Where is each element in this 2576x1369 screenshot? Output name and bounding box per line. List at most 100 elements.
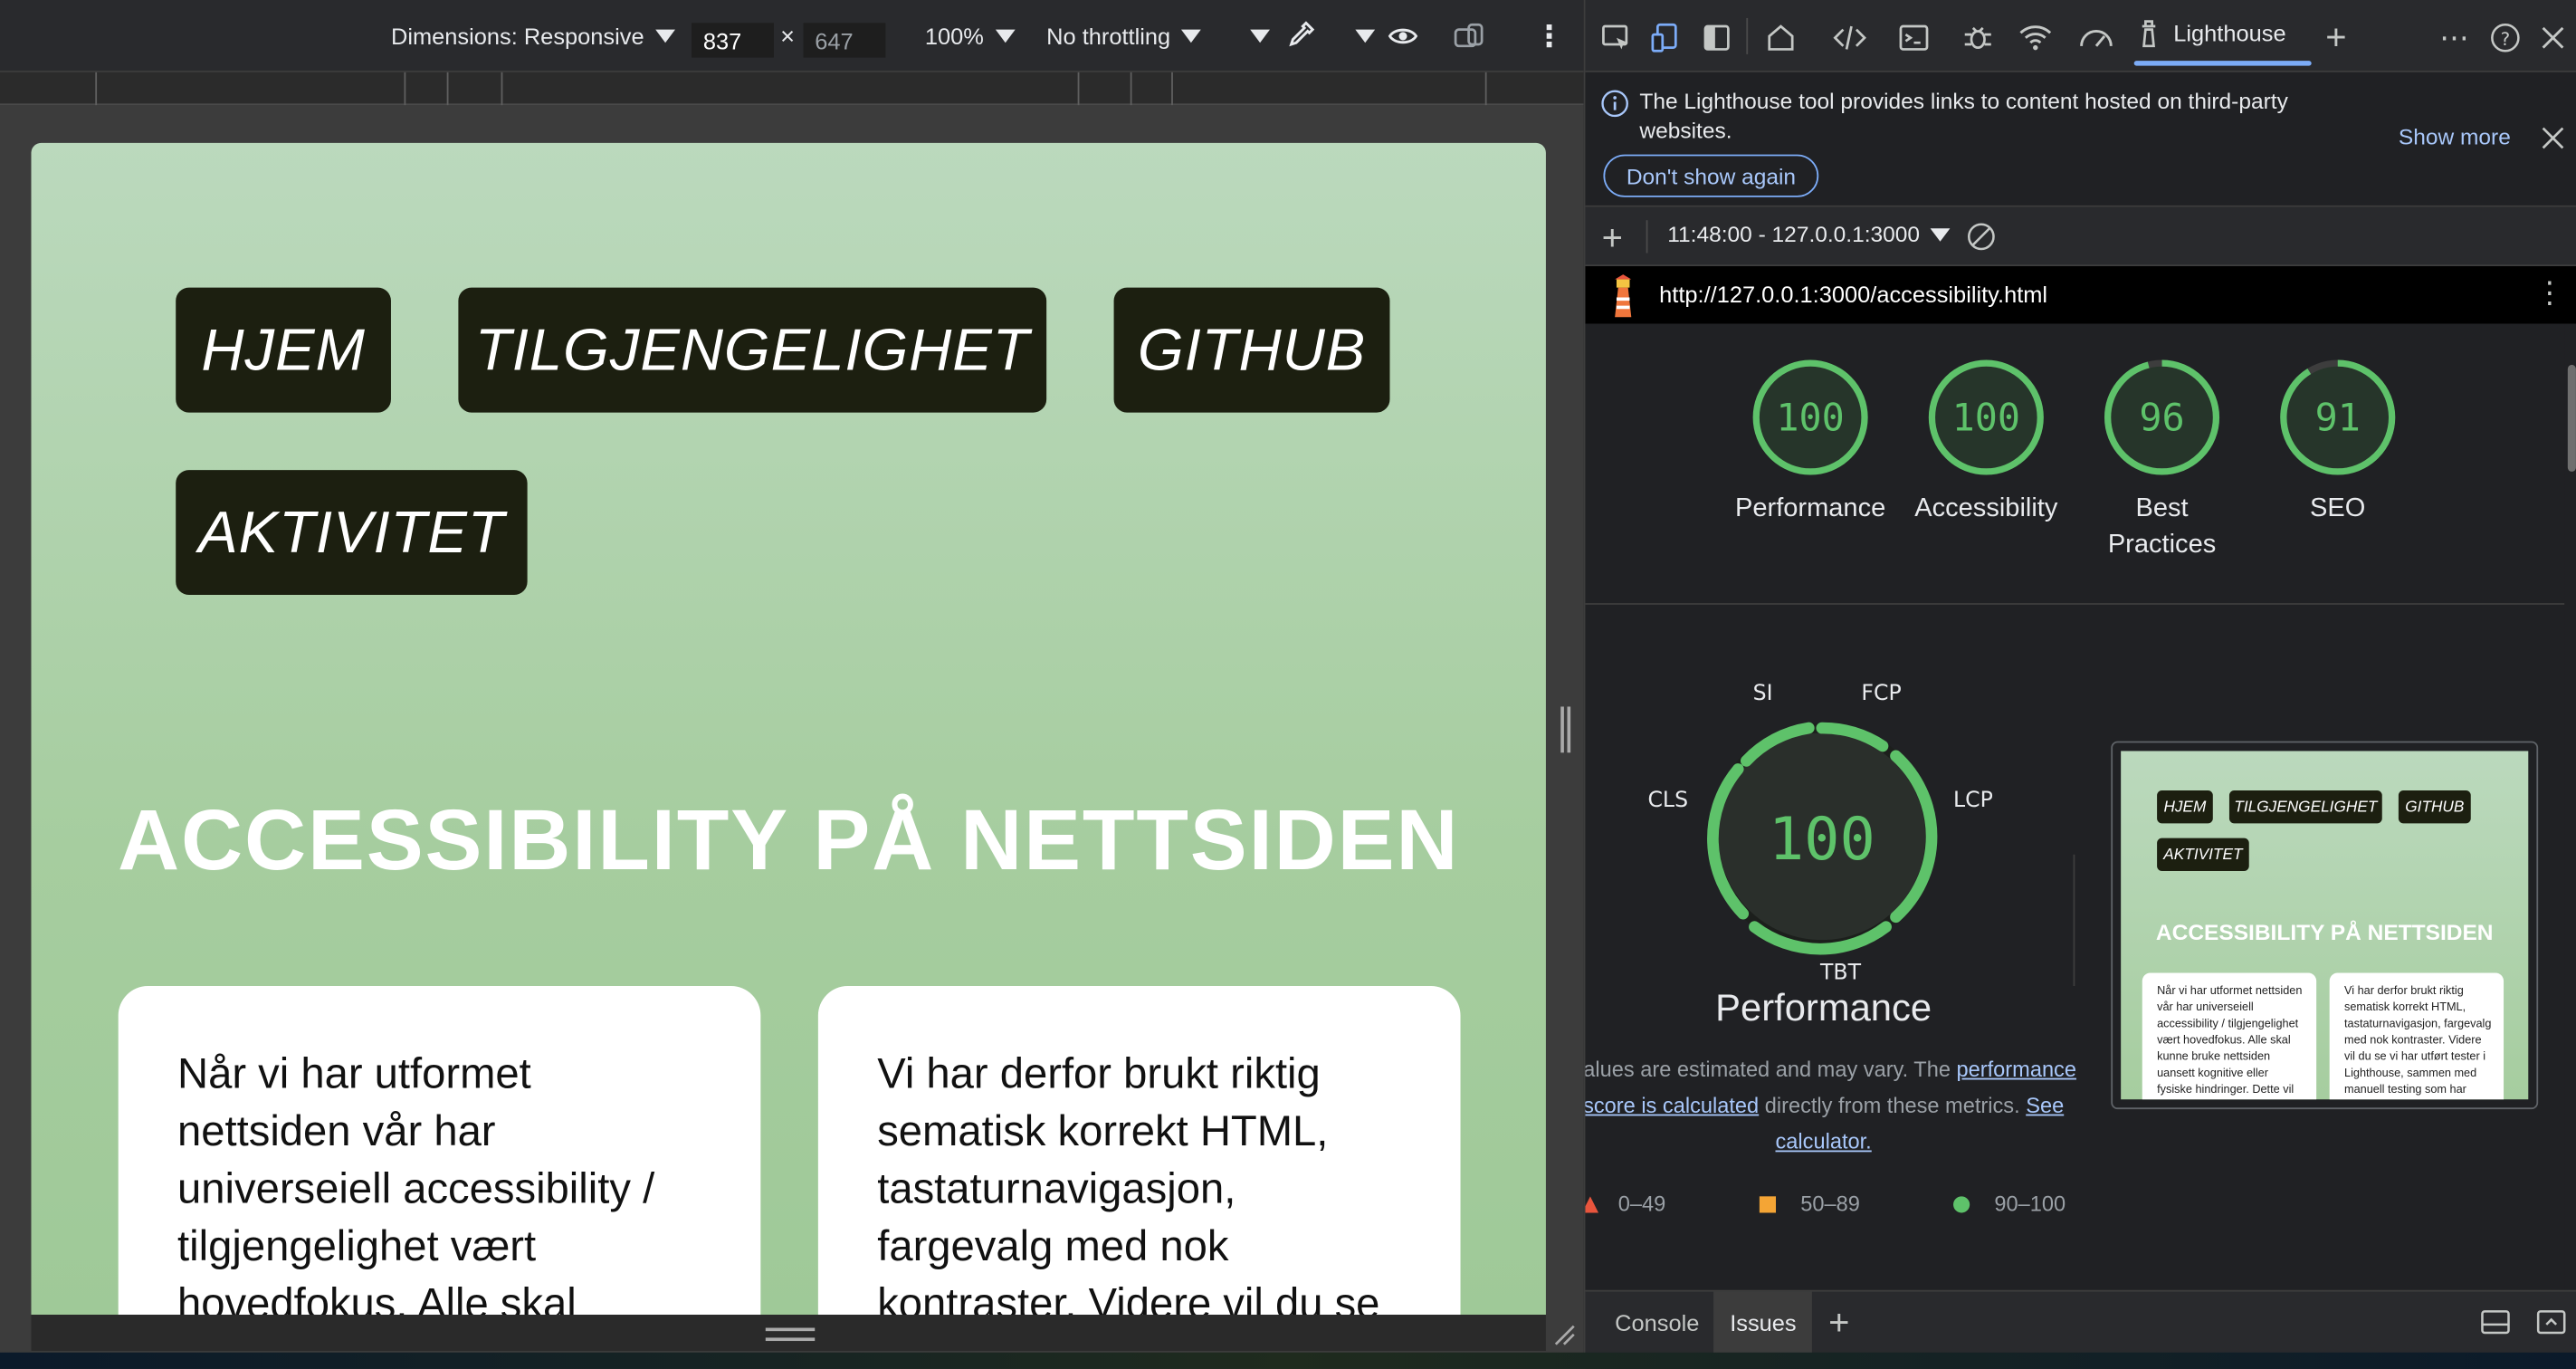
note-text: directly from these metrics.: [1759, 1092, 2027, 1118]
drawer-tab-issues[interactable]: Issues: [1713, 1291, 1813, 1355]
score-gauge-best-practices[interactable]: 96 Best Practices: [2080, 357, 2245, 564]
chevron-down-icon: [995, 29, 1016, 43]
media-query-ruler: [0, 72, 1584, 106]
info-icon: [1601, 90, 1628, 118]
throttling-dropdown[interactable]: No throttling: [1046, 0, 1202, 72]
circle-icon: [1953, 1195, 1970, 1212]
resize-handle-horizontal[interactable]: [765, 1327, 816, 1342]
lighthouse-logo-icon: [1615, 274, 1632, 318]
close-drawer-icon[interactable]: [2535, 1308, 2568, 1338]
report-selector[interactable]: 11:48:00 - 127.0.0.1:3000: [1667, 222, 1950, 246]
thumb-card-2: Vi har derfor brukt riktig sematisk korr…: [2329, 972, 2504, 1100]
new-report-icon[interactable]: +: [1602, 217, 1623, 260]
thumb-nav-hjem: HJEM: [2157, 790, 2213, 824]
section-divider: [1585, 603, 2568, 605]
legend-fail: 0–49: [1585, 1192, 1665, 1216]
score-gauge-seo[interactable]: 91 SEO: [2256, 357, 2420, 528]
legend-pass-label: 90–100: [1994, 1191, 2066, 1217]
thumb-nav-tilgjengelighet: TILGJENGELIGHET: [2228, 790, 2382, 824]
corner-resize-icon[interactable]: [1552, 1323, 1575, 1345]
console-icon[interactable]: [1896, 20, 1932, 56]
dont-show-again-button[interactable]: Don't show again: [1603, 154, 1819, 197]
add-tab-icon[interactable]: +: [2318, 16, 2354, 57]
dimensions-dropdown[interactable]: Dimensions: Responsive: [390, 0, 676, 72]
zoom-dropdown[interactable]: 100%: [925, 0, 1016, 72]
lighthouse-report: 100 Performance 100 Accessibility 96 Bes…: [1585, 323, 2568, 1290]
score-value: 100: [1952, 396, 2020, 440]
nav-link-github[interactable]: GITHUB: [1113, 287, 1390, 413]
score-gauge-accessibility[interactable]: 100 Accessibility: [1904, 357, 2069, 528]
elements-icon[interactable]: [1832, 20, 1868, 56]
metric-fcp: FCP: [1861, 682, 1902, 707]
triangle-icon: [1585, 1195, 1598, 1212]
add-drawer-tab-icon[interactable]: +: [1812, 1292, 1866, 1355]
nav-link-aktivitet[interactable]: AKTIVITET: [176, 470, 528, 596]
eyedropper-icon[interactable]: [1283, 0, 1316, 72]
score-value: 96: [2139, 396, 2184, 440]
lighthouse-icon: [2142, 20, 2156, 48]
page-heading: ACCESSIBILITY PÅ NETTSIDEN: [118, 793, 1460, 889]
rotate-icon[interactable]: [1452, 0, 1488, 72]
device-toolbar-icon[interactable]: [1647, 20, 1684, 56]
chevron-down-icon: [1250, 29, 1270, 43]
help-icon[interactable]: ?: [2487, 20, 2524, 56]
close-banner-icon[interactable]: [2542, 127, 2564, 149]
thumb-heading: ACCESSIBILITY PÅ NETTSIDEN: [2155, 920, 2494, 945]
show-more-link[interactable]: Show more: [2399, 125, 2511, 149]
score-label: Performance: [1735, 494, 1886, 523]
inspect-icon[interactable]: [1598, 20, 1635, 56]
home-icon[interactable]: [1762, 20, 1798, 56]
dock-drawer-icon[interactable]: [2479, 1308, 2512, 1338]
performance-icon[interactable]: [2078, 20, 2114, 56]
chevron-down-icon: [1181, 29, 1202, 43]
network-icon[interactable]: [2018, 20, 2054, 56]
performance-title: Performance: [1715, 986, 1932, 1029]
card-2-text: Vi har derfor brukt riktig sematisk korr…: [877, 1048, 1380, 1315]
report-selector-label: 11:48:00 - 127.0.0.1:3000: [1667, 222, 1921, 247]
clear-icon[interactable]: [1965, 220, 1998, 253]
sources-icon[interactable]: [1960, 20, 1996, 56]
more-options-dropdown[interactable]: [1239, 0, 1270, 72]
final-screenshot-thumbnail[interactable]: HJEM TILGJENGELIGHET GITHUB AKTIVITET AC…: [2111, 741, 2539, 1110]
dimensions-label: Dimensions: Responsive: [390, 23, 644, 50]
square-icon: [1759, 1195, 1777, 1212]
vision-dropdown[interactable]: [1344, 0, 1376, 72]
score-gauge-performance[interactable]: 100 Performance: [1728, 357, 1893, 528]
thumbnail-page: HJEM TILGJENGELIGHET GITHUB AKTIVITET AC…: [2121, 751, 2529, 1100]
report-url[interactable]: http://127.0.0.1:3000/accessibility.html: [1659, 281, 2047, 307]
height-input[interactable]: 647: [803, 23, 886, 58]
divider: [2073, 854, 2075, 986]
device-emulation-pane: Dimensions: Responsive 837 × 647 100% No…: [0, 0, 1584, 1369]
svg-text:?: ?: [2501, 28, 2511, 50]
legend-average: 50–89: [1759, 1191, 1860, 1217]
drawer-tab-console[interactable]: Console: [1598, 1292, 1716, 1355]
legend-pass: 90–100: [1953, 1192, 2066, 1216]
active-tab-indicator: [2133, 61, 2312, 66]
more-icon[interactable]: ⋯: [2437, 20, 2473, 56]
card-1-text: Når vi har utformet nettsiden vår har un…: [177, 1048, 655, 1315]
width-input[interactable]: 837: [692, 23, 774, 58]
legend-average-label: 50–89: [1800, 1191, 1860, 1217]
more-icon[interactable]: ⋮: [2535, 276, 2565, 311]
chevron-down-icon: [1929, 227, 1950, 241]
scrollbar-thumb[interactable]: [2567, 364, 2576, 472]
performance-note: Values are estimated and may vary. The p…: [1585, 1052, 2078, 1161]
metric-lcp: LCP: [1953, 789, 1993, 814]
resize-handle-vertical[interactable]: [1560, 706, 1571, 753]
nav-link-tilgjengelighet[interactable]: TILGJENGELIGHET: [458, 287, 1047, 413]
tab-lighthouse[interactable]: Lighthouse: [2134, 0, 2286, 66]
nav-link-hjem[interactable]: HJEM: [176, 287, 391, 413]
more-icon[interactable]: ⋮: [1534, 0, 1564, 72]
performance-metrics-gauge: 100: [1707, 722, 1938, 955]
close-icon[interactable]: [2535, 20, 2571, 56]
chevron-down-icon: [655, 29, 676, 43]
dock-icon[interactable]: [1699, 20, 1735, 56]
eye-icon[interactable]: [1387, 0, 1419, 72]
metric-cls: CLS: [1647, 789, 1689, 814]
report-toolbar: + 11:48:00 - 127.0.0.1:3000: [1585, 206, 2576, 267]
emulated-page-viewport: HJEM TILGJENGELIGHET GITHUB AKTIVITET AC…: [31, 142, 1546, 1315]
thumb-nav-aktivitet: AKTIVITET: [2157, 838, 2249, 871]
score-legend: 0–49 50–89 90–100: [1585, 1192, 2567, 1224]
performance-score: 100: [1769, 805, 1875, 874]
score-label: Accessibility: [1914, 494, 2058, 523]
